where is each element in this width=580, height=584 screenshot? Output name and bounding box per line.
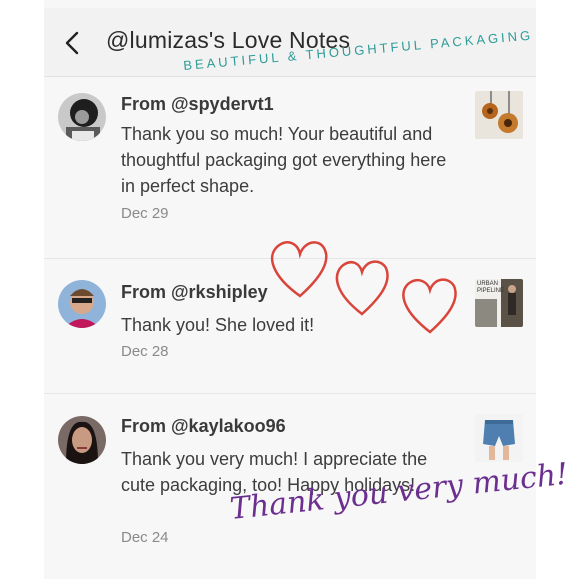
back-button[interactable] [62,30,84,56]
hearts-decoration [270,241,457,334]
note-date: Dec 28 [121,343,169,360]
note-author[interactable]: From @kaylakoo96 [121,416,286,437]
note-author[interactable]: From @rkshipley [121,282,268,303]
note-author[interactable]: From @spydervt1 [121,94,274,115]
avatar[interactable] [58,280,106,328]
thumbnail-caption: URBAN PIPELINE [477,281,505,294]
chevron-left-icon [65,31,79,55]
list-item[interactable]: From @spydervt1 Thank you so much! Your … [44,77,536,259]
note-date: Dec 29 [121,205,169,222]
heart-icon [402,278,457,334]
note-message: Thank you so much! Your beautiful and th… [121,124,447,196]
heart-icon [270,241,328,298]
heart-icon [335,260,389,316]
item-thumbnail[interactable] [475,414,523,462]
item-thumbnail[interactable] [475,91,523,139]
avatar[interactable] [58,93,106,141]
note-date: Dec 24 [121,529,169,546]
avatar[interactable] [58,416,106,464]
item-thumbnail[interactable]: URBAN PIPELINE [475,279,523,327]
